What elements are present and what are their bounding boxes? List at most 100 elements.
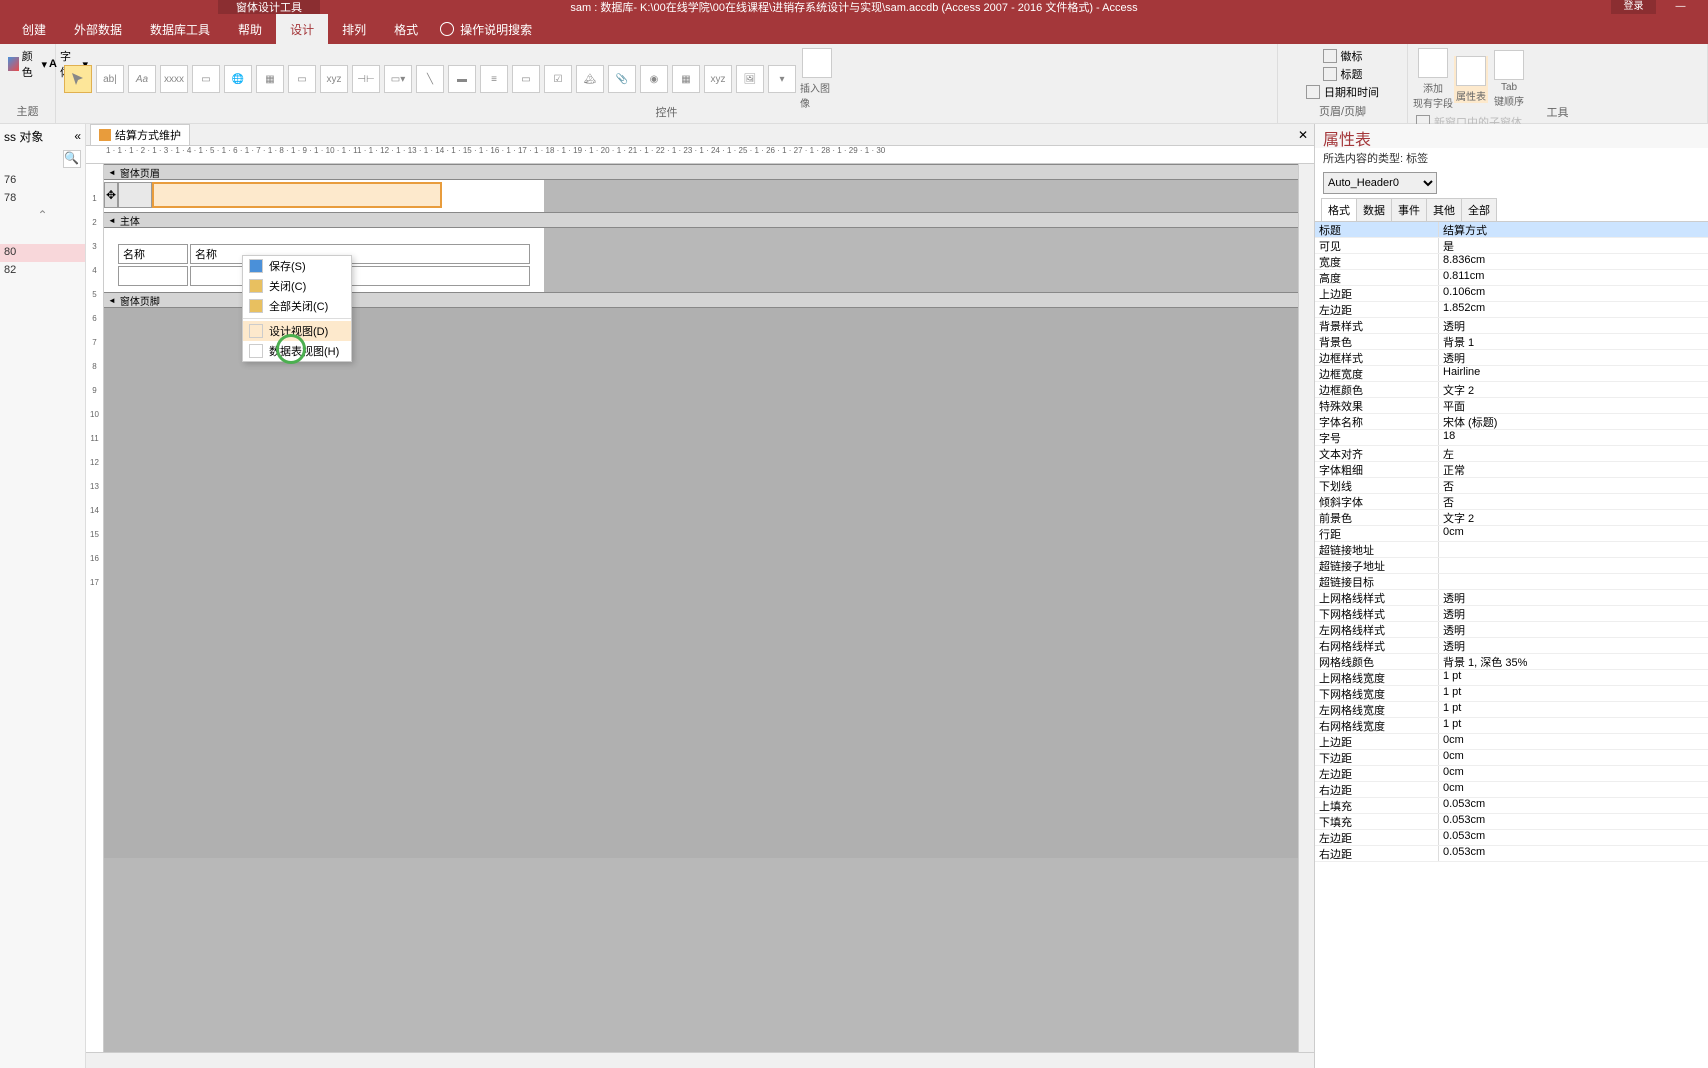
property-value[interactable]: 0cm: [1439, 750, 1708, 765]
webbrowser-control-icon[interactable]: ▦: [256, 65, 284, 93]
property-row[interactable]: 左边距1.852cm: [1315, 302, 1708, 318]
login-button[interactable]: 登录: [1611, 0, 1656, 14]
cm-close-all[interactable]: 全部关闭(C): [243, 296, 351, 316]
nav-item[interactable]: 82: [0, 262, 85, 280]
property-value[interactable]: 透明: [1439, 606, 1708, 621]
select-control-icon[interactable]: [64, 65, 92, 93]
property-value[interactable]: 0.053cm: [1439, 830, 1708, 845]
property-row[interactable]: 特殊效果平面: [1315, 398, 1708, 414]
property-row[interactable]: 右边距0cm: [1315, 782, 1708, 798]
logo-button[interactable]: 徽标: [1323, 48, 1363, 64]
property-value[interactable]: 0.053cm: [1439, 846, 1708, 861]
property-row[interactable]: 上填充0.053cm: [1315, 798, 1708, 814]
combobox-control-icon[interactable]: ▭▾: [384, 65, 412, 93]
property-grid[interactable]: 标题结算方式可见是宽度8.836cm高度0.811cm上边距0.106cm左边距…: [1315, 222, 1708, 1068]
property-value[interactable]: 1 pt: [1439, 686, 1708, 701]
property-selection-dropdown[interactable]: Auto_Header0: [1323, 172, 1437, 194]
menu-design[interactable]: 设计: [276, 14, 328, 45]
property-value[interactable]: [1439, 574, 1708, 589]
prop-tab-data[interactable]: 数据: [1356, 198, 1392, 221]
tab-control-icon[interactable]: ▭: [192, 65, 220, 93]
property-row[interactable]: 宽度8.836cm: [1315, 254, 1708, 270]
add-fields-button[interactable]: 添加 现有字段: [1416, 48, 1450, 110]
property-value[interactable]: 18: [1439, 430, 1708, 445]
nav-search-icon[interactable]: 🔍: [63, 150, 81, 168]
property-row[interactable]: 文本对齐左: [1315, 446, 1708, 462]
property-value[interactable]: 透明: [1439, 638, 1708, 653]
cm-datasheet-view[interactable]: 数据表视图(H): [243, 341, 351, 361]
property-value[interactable]: [1439, 542, 1708, 557]
property-value[interactable]: 宋体 (标题): [1439, 414, 1708, 429]
property-row[interactable]: 上网格线样式透明: [1315, 590, 1708, 606]
nav-item[interactable]: 78: [0, 190, 85, 208]
hyperlink-control-icon[interactable]: 🌐: [224, 65, 252, 93]
property-value[interactable]: 1 pt: [1439, 718, 1708, 733]
property-row[interactable]: 网格线颜色背景 1, 深色 35%: [1315, 654, 1708, 670]
menu-create[interactable]: 创建: [8, 14, 60, 45]
property-row[interactable]: 左边距0cm: [1315, 766, 1708, 782]
more-controls-icon[interactable]: ▾: [768, 65, 796, 93]
property-row[interactable]: 下网格线样式透明: [1315, 606, 1708, 622]
cm-save[interactable]: 保存(S): [243, 256, 351, 276]
property-value[interactable]: 8.836cm: [1439, 254, 1708, 269]
property-row[interactable]: 背景色背景 1: [1315, 334, 1708, 350]
datetime-button[interactable]: 日期和时间: [1306, 84, 1379, 100]
toggle-control-icon[interactable]: ▬: [448, 65, 476, 93]
menu-database-tools[interactable]: 数据库工具: [136, 14, 224, 45]
textbox-control-icon[interactable]: ab|: [96, 65, 124, 93]
attachment-control-icon[interactable]: 📎: [608, 65, 636, 93]
property-row[interactable]: 超链接目标: [1315, 574, 1708, 590]
property-value[interactable]: 文字 2: [1439, 382, 1708, 397]
property-row[interactable]: 下网格线宽度1 pt: [1315, 686, 1708, 702]
tell-me-search[interactable]: 操作说明搜索: [440, 21, 532, 38]
property-value[interactable]: 透明: [1439, 622, 1708, 637]
horizontal-scrollbar[interactable]: [86, 1052, 1314, 1068]
property-row[interactable]: 右网格线宽度1 pt: [1315, 718, 1708, 734]
property-row[interactable]: 上边距0.106cm: [1315, 286, 1708, 302]
property-row[interactable]: 下划线否: [1315, 478, 1708, 494]
layout-cell[interactable]: [190, 266, 530, 286]
property-value[interactable]: 0.053cm: [1439, 814, 1708, 829]
context-tab-form-design[interactable]: 窗体设计工具: [218, 0, 320, 14]
nav-item-selected[interactable]: 80: [0, 244, 85, 262]
prop-tab-other[interactable]: 其他: [1426, 198, 1462, 221]
checkbox-control-icon[interactable]: ☑: [544, 65, 572, 93]
property-value[interactable]: 否: [1439, 478, 1708, 493]
section-detail-bar[interactable]: ◄主体: [104, 212, 1298, 228]
textbox-field[interactable]: 名称: [190, 244, 530, 264]
menu-help[interactable]: 帮助: [224, 14, 276, 45]
button-control-icon[interactable]: xxxx: [160, 65, 188, 93]
property-row[interactable]: 下填充0.053cm: [1315, 814, 1708, 830]
property-row[interactable]: 边框宽度Hairline: [1315, 366, 1708, 382]
property-row[interactable]: 下边距0cm: [1315, 750, 1708, 766]
property-value[interactable]: 透明: [1439, 590, 1708, 605]
property-row[interactable]: 上边距0cm: [1315, 734, 1708, 750]
menu-arrange[interactable]: 排列: [328, 14, 380, 45]
property-row[interactable]: 上网格线宽度1 pt: [1315, 670, 1708, 686]
property-row[interactable]: 超链接子地址: [1315, 558, 1708, 574]
title-button[interactable]: 标题: [1323, 66, 1363, 82]
property-row[interactable]: 前景色文字 2: [1315, 510, 1708, 526]
property-value[interactable]: 左: [1439, 446, 1708, 461]
vertical-scrollbar[interactable]: [1298, 164, 1314, 1052]
insert-image-button[interactable]: 插入图像: [800, 48, 834, 110]
optionbutton-control-icon[interactable]: ◉: [640, 65, 668, 93]
rectangle-control-icon[interactable]: ▭: [512, 65, 540, 93]
subform-control-icon[interactable]: ▦: [672, 65, 700, 93]
property-row[interactable]: 右网格线样式透明: [1315, 638, 1708, 654]
property-value[interactable]: 正常: [1439, 462, 1708, 477]
colors-button[interactable]: 颜色▾: [8, 48, 47, 80]
layout-cell[interactable]: [118, 266, 188, 286]
pagebreak-control-icon[interactable]: ⊣⊢: [352, 65, 380, 93]
property-row[interactable]: 字体粗细正常: [1315, 462, 1708, 478]
label-field[interactable]: 名称: [118, 244, 188, 264]
listbox-control-icon[interactable]: ≡: [480, 65, 508, 93]
property-value[interactable]: 0.811cm: [1439, 270, 1708, 285]
property-row[interactable]: 左网格线样式透明: [1315, 622, 1708, 638]
row-selector[interactable]: ✥: [104, 182, 118, 208]
cm-close[interactable]: 关闭(C): [243, 276, 351, 296]
tab-order-button[interactable]: Tab 键顺序: [1492, 50, 1526, 108]
prop-tab-event[interactable]: 事件: [1391, 198, 1427, 221]
property-value[interactable]: 0.053cm: [1439, 798, 1708, 813]
property-sheet-button[interactable]: 属性表: [1454, 56, 1488, 103]
